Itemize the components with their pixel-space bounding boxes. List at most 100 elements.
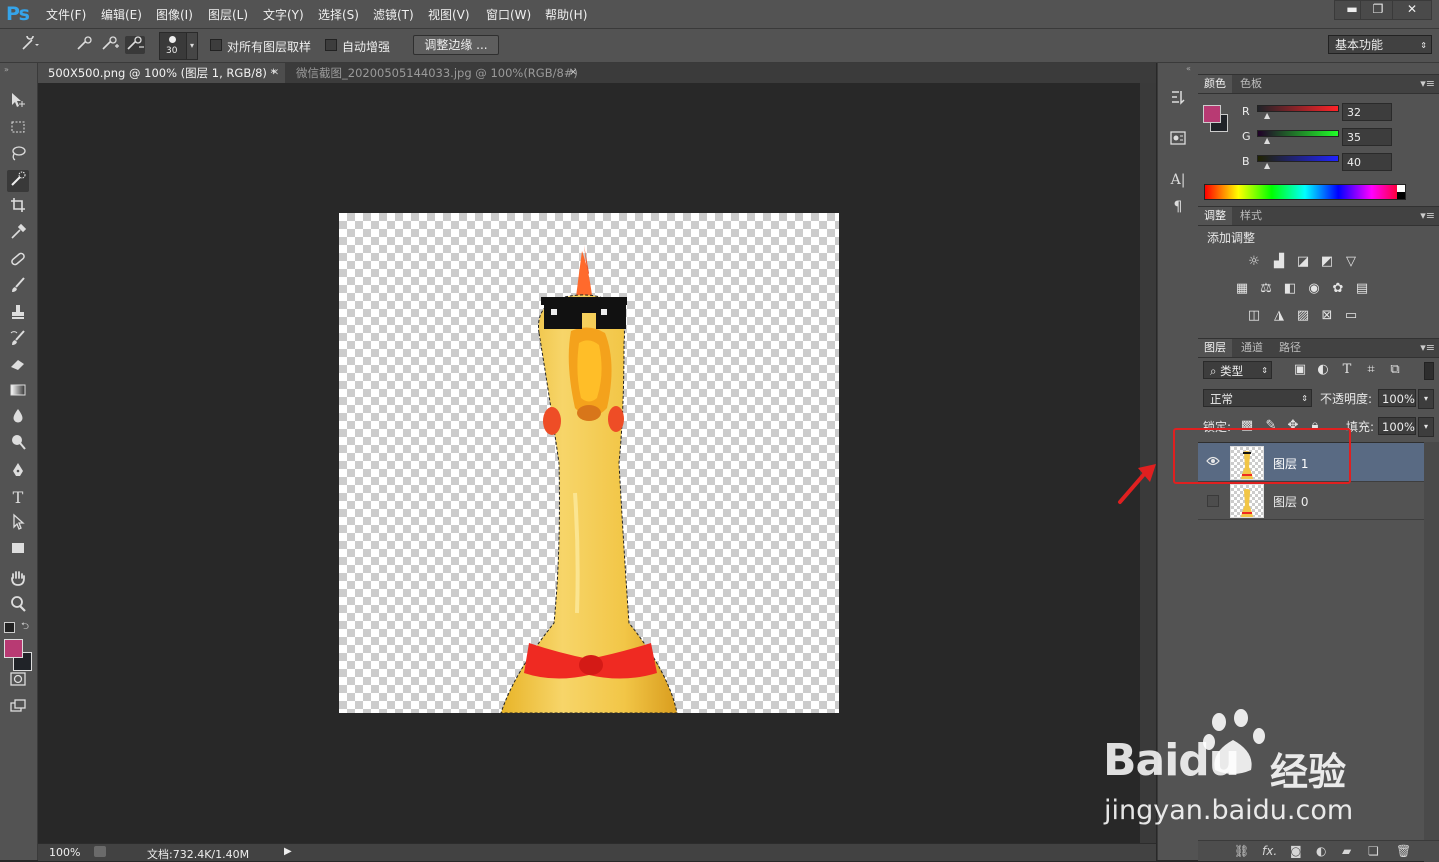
new-group-icon[interactable]: ▰ [1342, 844, 1351, 858]
default-colors-icon[interactable] [4, 622, 15, 633]
character-panel-icon[interactable]: A| [1168, 170, 1188, 190]
history-brush-tool-icon[interactable] [7, 329, 29, 351]
gradient-tool-icon[interactable] [7, 381, 29, 403]
color-lookup-icon[interactable]: ▤ [1353, 281, 1371, 297]
properties-panel-icon[interactable] [1168, 129, 1188, 149]
zoom-level[interactable]: 100% [49, 846, 80, 859]
close-button[interactable]: ✕ [1392, 0, 1432, 20]
filter-pixel-icon[interactable]: ▣ [1291, 362, 1309, 378]
menu-image[interactable]: 图像(I) [156, 6, 193, 23]
lasso-tool-icon[interactable] [7, 144, 29, 166]
rectangular-marquee-tool-icon[interactable] [7, 118, 29, 140]
slider-handle-icon[interactable]: ▲ [1264, 111, 1270, 120]
dodge-tool-icon[interactable] [7, 433, 29, 455]
sample-all-layers-checkbox[interactable] [210, 39, 222, 51]
restore-button[interactable]: ❐ [1360, 0, 1396, 20]
new-selection-icon[interactable] [75, 36, 95, 54]
menu-help[interactable]: 帮助(H) [545, 6, 587, 23]
auto-enhance-checkbox[interactable] [325, 39, 337, 51]
red-value-field[interactable]: 32 [1342, 103, 1392, 121]
menu-window[interactable]: 窗口(W) [486, 6, 531, 23]
layer-row-0[interactable]: 图层 0 [1198, 481, 1424, 520]
slider-handle-icon[interactable]: ▲ [1264, 161, 1270, 170]
levels-icon[interactable]: ▟ [1270, 254, 1288, 270]
eraser-tool-icon[interactable] [7, 355, 29, 377]
move-tool-icon[interactable] [7, 91, 29, 113]
tab-close-icon[interactable]: ✕ [271, 63, 279, 83]
link-layers-icon[interactable]: ⛓ [1234, 844, 1249, 858]
photo-filter-icon[interactable]: ◉ [1305, 281, 1323, 297]
layers-scrollbar[interactable] [1424, 442, 1439, 862]
brush-size-picker[interactable]: 30 [159, 32, 187, 60]
blur-tool-icon[interactable] [7, 407, 29, 429]
new-layer-icon[interactable]: ❏ [1368, 844, 1379, 858]
quick-selection-preset-icon[interactable] [20, 32, 40, 54]
tab-wechat-screenshot[interactable]: 微信截图_20200505144033.jpg @ 100%(RGB/8#) ✕ [286, 63, 583, 83]
add-mask-icon[interactable]: ◙ [1290, 844, 1302, 858]
menu-view[interactable]: 视图(V) [428, 6, 470, 23]
quick-selection-tool-icon[interactable] [7, 170, 29, 192]
status-expand-arrow-icon[interactable]: ▶ [284, 846, 292, 857]
invert-icon[interactable]: ◫ [1245, 308, 1263, 324]
menu-filter[interactable]: 滤镜(T) [373, 6, 414, 23]
panel-menu-icon[interactable]: ▾≡ [1420, 209, 1435, 222]
curves-icon[interactable]: ◪ [1294, 254, 1312, 270]
posterize-icon[interactable]: ◮ [1270, 308, 1288, 324]
chevron-down-icon[interactable]: ▾ [186, 32, 198, 60]
screen-mode-icon[interactable] [7, 697, 29, 719]
new-adjustment-layer-icon[interactable]: ◐ [1316, 844, 1326, 858]
crop-tool-icon[interactable] [7, 196, 29, 218]
add-to-selection-icon[interactable] [100, 36, 120, 54]
status-menu-icon[interactable] [94, 846, 106, 857]
hand-tool-icon[interactable] [7, 569, 29, 591]
history-panel-icon[interactable] [1168, 88, 1188, 108]
tab-layers[interactable]: 图层 [1198, 339, 1232, 357]
chevron-down-icon[interactable]: ▾ [1418, 417, 1434, 437]
rectangle-tool-icon[interactable] [7, 539, 29, 561]
pen-tool-icon[interactable] [7, 461, 29, 483]
tab-adjustments[interactable]: 调整 [1198, 207, 1232, 225]
fill-field[interactable]: 100% [1378, 417, 1416, 435]
refine-edge-button[interactable]: 调整边缘 ... [413, 35, 499, 55]
layer-name[interactable]: 图层 0 [1273, 493, 1308, 510]
filter-smart-object-icon[interactable]: ⧉ [1386, 362, 1404, 378]
zoom-tool-icon[interactable] [7, 595, 29, 617]
tab-channels[interactable]: 通道 [1235, 339, 1269, 357]
layer-style-icon[interactable]: fx. [1262, 844, 1277, 858]
green-value-field[interactable]: 35 [1342, 128, 1392, 146]
brush-tool-icon[interactable] [7, 276, 29, 298]
selective-color-icon[interactable]: ⊠ [1318, 308, 1336, 324]
slider-handle-icon[interactable]: ▲ [1264, 136, 1270, 145]
gradient-map-icon[interactable]: ▭ [1342, 308, 1360, 324]
opacity-field[interactable]: 100% [1378, 389, 1416, 407]
tab-close-icon[interactable]: ✕ [569, 63, 577, 83]
tab-paths[interactable]: 路径 [1273, 339, 1307, 357]
tab-swatches[interactable]: 色板 [1234, 75, 1268, 93]
paragraph-panel-icon[interactable]: ¶ [1168, 197, 1188, 217]
collapse-arrows-icon[interactable]: » [4, 65, 9, 74]
brightness-contrast-icon[interactable]: ☼ [1245, 254, 1263, 270]
filter-toggle-switch[interactable] [1424, 362, 1434, 380]
tab-500x500[interactable]: 500X500.png @ 100% (图层 1, RGB/8) * ✕ [38, 63, 285, 83]
document-canvas[interactable] [339, 213, 839, 713]
eyedropper-tool-icon[interactable] [7, 223, 29, 245]
chevron-down-icon[interactable]: ▾ [1418, 389, 1434, 409]
panel-menu-icon[interactable]: ▾≡ [1420, 341, 1435, 354]
exposure-icon[interactable]: ◩ [1318, 254, 1336, 270]
type-tool-icon[interactable]: T [7, 487, 29, 509]
black-white-icon[interactable]: ◧ [1281, 281, 1299, 297]
filter-shape-icon[interactable]: ⌗ [1362, 362, 1380, 378]
menu-select[interactable]: 选择(S) [318, 6, 359, 23]
color-foreground-swatch[interactable] [1203, 105, 1221, 123]
color-balance-icon[interactable]: ⚖ [1257, 281, 1275, 297]
layer-filter-select[interactable]: ⌕ 类型 ⇕ [1203, 361, 1272, 379]
subtract-from-selection-icon[interactable] [125, 36, 145, 54]
threshold-icon[interactable]: ▨ [1294, 308, 1312, 324]
filter-adjustment-icon[interactable]: ◐ [1314, 362, 1332, 378]
blend-mode-select[interactable]: 正常 ⇕ [1203, 389, 1312, 407]
menu-type[interactable]: 文字(Y) [263, 6, 304, 23]
tab-color[interactable]: 颜色 [1198, 75, 1232, 93]
blue-value-field[interactable]: 40 [1342, 153, 1392, 171]
path-selection-tool-icon[interactable] [7, 513, 29, 535]
visibility-toggle-empty[interactable] [1207, 495, 1219, 507]
